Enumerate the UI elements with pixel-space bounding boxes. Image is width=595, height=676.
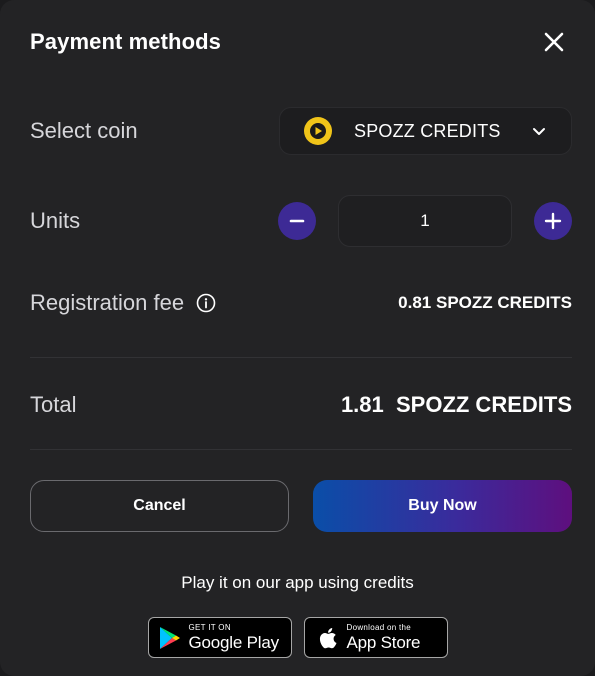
divider — [30, 449, 572, 450]
payment-modal: Payment methods Select coin SPOZZ CREDIT… — [0, 0, 595, 676]
google-play-small-text: GET IT ON — [188, 623, 231, 632]
store-badges: GET IT ON Google Play Download on the Ap… — [0, 617, 595, 658]
google-play-badge[interactable]: GET IT ON Google Play — [147, 617, 292, 658]
total-row: Total 1.81 SPOZZ CREDITS — [30, 389, 572, 421]
registration-fee-label-wrap: Registration fee — [30, 290, 216, 316]
close-icon — [544, 32, 564, 52]
cancel-button[interactable]: Cancel — [30, 480, 289, 532]
google-play-big-text: Google Play — [188, 633, 280, 652]
app-store-small-text: Download on the — [346, 623, 412, 632]
select-coin-row: Select coin SPOZZ CREDITS — [30, 107, 572, 155]
chevron-down-icon — [533, 128, 545, 135]
modal-header: Payment methods — [30, 26, 567, 58]
google-play-icon — [159, 626, 180, 649]
registration-fee-row: Registration fee 0.81 SPOZZ CREDITS — [30, 287, 572, 319]
action-buttons: Cancel Buy Now — [30, 480, 572, 532]
units-input[interactable] — [338, 195, 512, 247]
coin-select-value: SPOZZ CREDITS — [354, 120, 501, 141]
units-stepper — [278, 195, 572, 247]
registration-fee-label: Registration fee — [30, 290, 185, 315]
total-label: Total — [30, 392, 77, 417]
coin-icon — [304, 117, 332, 145]
buy-now-button[interactable]: Buy Now — [313, 480, 572, 532]
modal-title: Payment methods — [30, 29, 221, 54]
google-play-text: GET IT ON Google Play — [188, 623, 280, 652]
plus-icon — [544, 212, 562, 230]
registration-fee-value: 0.81 SPOZZ CREDITS — [398, 293, 572, 312]
minus-icon — [289, 219, 305, 223]
decrement-button[interactable] — [278, 202, 316, 240]
app-store-big-text: App Store — [346, 633, 421, 652]
app-store-text: Download on the App Store — [346, 623, 421, 652]
info-icon[interactable] — [196, 293, 216, 313]
total-value: 1.81 SPOZZ CREDITS — [340, 392, 572, 417]
app-store-badge[interactable]: Download on the App Store — [303, 617, 448, 658]
close-button[interactable] — [541, 29, 567, 55]
apple-icon — [319, 627, 336, 648]
divider — [30, 357, 572, 358]
units-row: Units — [30, 195, 572, 247]
increment-button[interactable] — [534, 202, 572, 240]
select-coin-label: Select coin — [30, 118, 138, 143]
app-promo-text: Play it on our app using credits — [181, 573, 414, 592]
coin-select[interactable]: SPOZZ CREDITS — [279, 107, 572, 155]
units-label: Units — [30, 208, 81, 233]
